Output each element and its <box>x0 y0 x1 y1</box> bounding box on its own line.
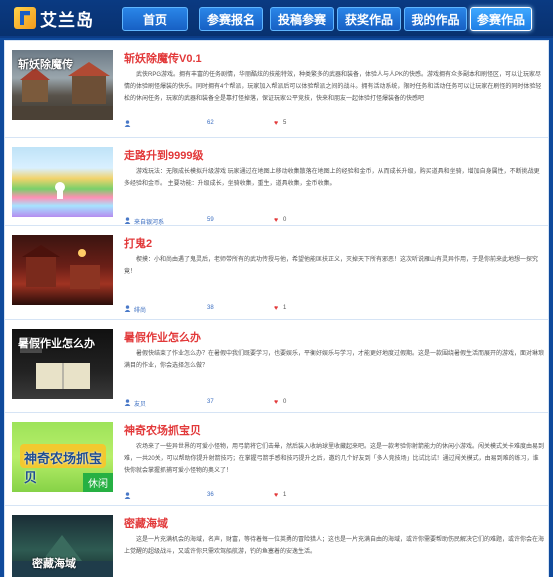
work-views: 62 <box>207 120 214 126</box>
work-thumbnail[interactable]: 斩妖除魔传 <box>12 50 113 120</box>
thumbnail-scene <box>55 182 65 199</box>
user-icon <box>124 305 131 312</box>
work-card[interactable]: 斩妖除魔传 斩妖除魔传V0.1 武侠RPG游戏。拥有丰富的任务剧情，华丽酷炫的技… <box>4 40 549 138</box>
work-meta: 36 ♥ 1 <box>124 492 544 502</box>
work-author[interactable]: 友贝 <box>134 399 146 408</box>
nav-home[interactable]: 首页 <box>122 7 188 31</box>
work-title[interactable]: 神奇农场抓宝贝 <box>124 422 201 438</box>
user-icon <box>124 399 131 406</box>
work-title[interactable]: 走路升到9999级 <box>124 147 203 163</box>
work-title[interactable]: 暑假作业怎么办 <box>124 329 201 345</box>
work-title[interactable]: 密藏海域 <box>124 515 168 531</box>
work-thumbnail[interactable] <box>12 235 113 305</box>
work-views: 38 <box>207 305 214 311</box>
work-views: 37 <box>207 399 214 405</box>
work-title[interactable]: 斩妖除魔传V0.1 <box>124 50 202 66</box>
heart-icon[interactable]: ♥ <box>274 399 278 407</box>
work-likes: 1 <box>283 305 287 311</box>
logo-text: 艾兰岛 <box>40 10 94 30</box>
thumbnail-caption: 斩妖除魔传 <box>18 59 73 71</box>
work-thumbnail[interactable] <box>12 147 113 217</box>
work-card[interactable]: 密藏海域 密藏海域 这是一片充满机会的海域，名声，财富，等待着每一位英勇的冒险猎… <box>4 505 549 577</box>
heart-icon[interactable]: ♥ <box>274 492 278 500</box>
thumbnail-caption: 暑假作业怎么办 <box>18 338 95 350</box>
work-likes: 0 <box>283 399 287 405</box>
genre-tag: 休闲 <box>83 473 113 492</box>
work-likes: 1 <box>283 492 287 498</box>
top-header: 艾兰岛 首页 参赛报名 投稿参赛 获奖作品 我的作品 参赛作品 <box>0 0 553 36</box>
work-description: 楔摸：小和尚由遇了鬼灵后，老师带所有的武功传授与他，希望他能匡扶正义，灭掉天下所… <box>124 257 539 275</box>
site-logo[interactable]: 艾兰岛 <box>14 5 94 31</box>
user-icon <box>124 120 131 127</box>
work-card[interactable]: 暑假作业怎么办 暑假作业怎么办 暑假快结束了作业怎么办？在暑假中我们既要学习，也… <box>4 319 549 417</box>
logo-icon <box>14 7 36 29</box>
work-likes: 5 <box>283 120 287 126</box>
work-title[interactable]: 打鬼2 <box>124 235 152 251</box>
nav-submit[interactable]: 投稿参赛 <box>270 7 334 31</box>
work-thumbnail[interactable]: 密藏海域 <box>12 515 113 577</box>
thumbnail-scene <box>22 245 100 289</box>
heart-icon[interactable]: ♥ <box>274 217 278 225</box>
work-description: 暑假快结束了作业怎么办？在暑假中我们既要学习，也要娱乐，平衡好娱乐与学习，才能更… <box>124 351 544 369</box>
work-likes: 0 <box>283 217 287 223</box>
user-icon <box>124 217 131 224</box>
heart-icon[interactable]: ♥ <box>274 120 278 128</box>
work-card[interactable]: 走路升到9999级 游戏玩法：无限成长模拟升级游戏 玩家通过在地图上移动收集散落… <box>4 137 549 235</box>
work-views: 59 <box>207 217 214 223</box>
work-description: 农场来了一些异世界的可爱小怪物，用弓箭将它们击晕，然后装入收纳球里收藏起来吧。这… <box>124 444 544 474</box>
work-meta: 友贝 37 ♥ 0 <box>124 399 544 409</box>
work-card[interactable]: 打鬼2 楔摸：小和尚由遇了鬼灵后，老师带所有的武功传授与他，希望他能匡扶正义，灭… <box>4 225 549 323</box>
nav-awarded[interactable]: 获奖作品 <box>337 7 401 31</box>
work-description: 武侠RPG游戏。拥有丰富的任务剧情，华丽酷炫的技能特效，种类繁多的武器和装备，体… <box>124 72 542 102</box>
nav-my-works[interactable]: 我的作品 <box>404 7 467 31</box>
work-description: 这是一片充满机会的海域，名声，财富，等待着每一位英勇的冒险猎人；这也是一片充满自… <box>124 537 544 555</box>
work-author[interactable]: 绯尚 <box>134 305 146 314</box>
work-description: 游戏玩法：无限成长模拟升级游戏 玩家通过在地图上移动收集散落在地图上的经验和金币… <box>124 169 540 187</box>
nav-entries[interactable]: 参赛作品 <box>470 7 532 31</box>
work-views: 36 <box>207 492 214 498</box>
user-icon <box>124 492 131 499</box>
heart-icon[interactable]: ♥ <box>274 305 278 313</box>
work-meta: 绯尚 38 ♥ 1 <box>124 305 544 315</box>
work-thumbnail[interactable]: 暑假作业怎么办 <box>12 329 113 399</box>
nav-register[interactable]: 参赛报名 <box>199 7 263 31</box>
work-meta: 62 ♥ 5 <box>124 120 544 130</box>
thumbnail-caption: 密藏海域 <box>32 558 76 570</box>
work-thumbnail[interactable]: 神奇农场抓宝贝 休闲 <box>12 422 113 492</box>
work-card[interactable]: 神奇农场抓宝贝 休闲 神奇农场抓宝贝 农场来了一些异世界的可爱小怪物，用弓箭将它… <box>4 412 549 510</box>
entries-list: 斩妖除魔传 斩妖除魔传V0.1 武侠RPG游戏。拥有丰富的任务剧情，华丽酷炫的技… <box>0 38 553 577</box>
